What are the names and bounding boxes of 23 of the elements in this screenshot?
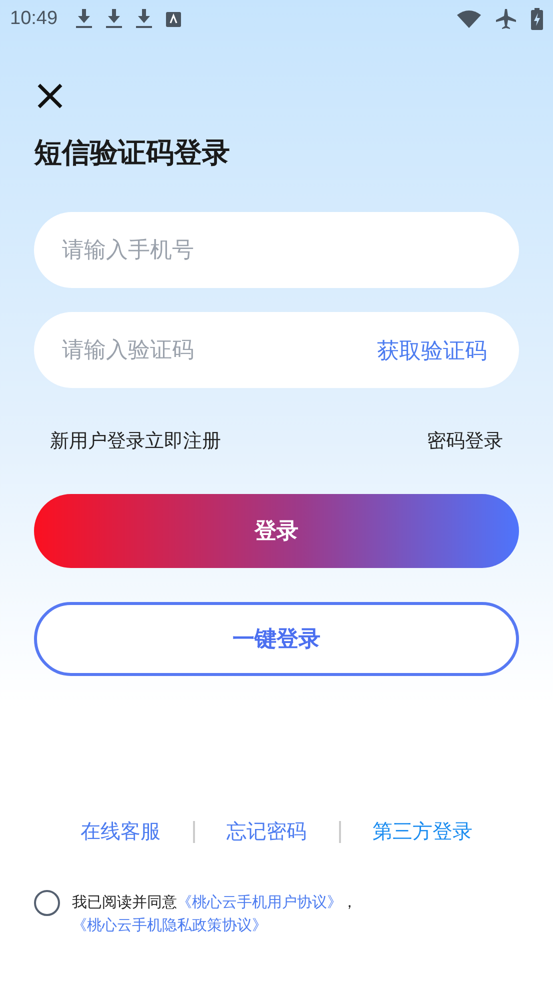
agreement-link[interactable]: 《桃心云手机隐私政策协议》 <box>72 916 267 934</box>
footer-link[interactable]: 在线客服 <box>48 818 192 845</box>
download-icon <box>76 9 92 29</box>
close-button[interactable] <box>36 82 64 110</box>
wifi-icon <box>457 10 481 28</box>
download-icon <box>106 9 122 29</box>
phone-input-field[interactable]: 请输入手机号 <box>34 212 519 288</box>
password-login-link[interactable]: 密码登录 <box>427 428 503 454</box>
agreement-checkbox[interactable] <box>34 890 60 916</box>
airplane-icon <box>495 8 517 30</box>
get-code-link[interactable]: 获取验证码 <box>377 336 487 366</box>
footer-link[interactable]: 第三方登录 <box>340 818 504 845</box>
download-icon <box>136 9 152 29</box>
page-title: 短信验证码登录 <box>34 135 231 171</box>
battery-icon <box>531 8 543 30</box>
footer-link[interactable]: 忘记密码 <box>194 818 338 845</box>
agreement-text: 我已阅读并同意《桃心云手机用户协议》， 《桃心云手机隐私政策协议》 <box>72 892 358 936</box>
register-link[interactable]: 新用户登录立即注册 <box>50 428 221 454</box>
login-button[interactable]: 登录 <box>34 494 519 568</box>
keyboard-notification-icon <box>166 12 181 26</box>
one-click-login-button[interactable]: 一键登录 <box>34 602 519 676</box>
status-time: 10:49 <box>10 8 58 30</box>
agreement-link[interactable]: 《桃心云手机用户协议》 <box>177 893 342 911</box>
